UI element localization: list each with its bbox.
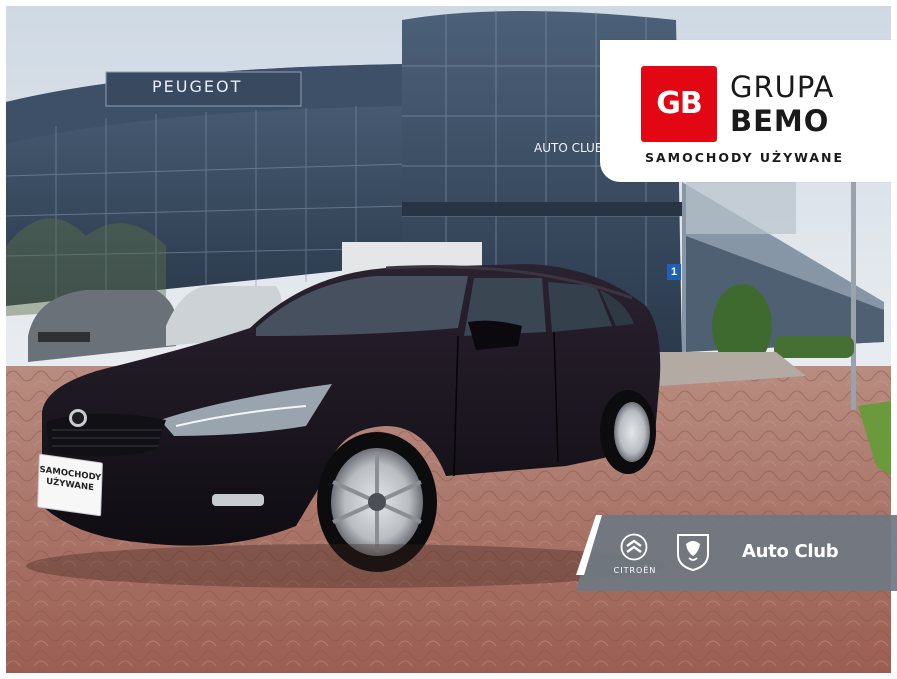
logo-name-line2: BEMO (730, 104, 830, 138)
logo-tagline: SAMOCHODY UŻYWANE (645, 150, 845, 165)
listing-photo-frame: PEUGEOT AUTO CLUB 1 SAMOCHODY UŻYWANE GB… (0, 0, 897, 679)
gb-logo-mark-text: GB (656, 86, 703, 121)
citroen-chevrons-icon (620, 533, 648, 561)
gb-logo-mark-icon: GB (641, 66, 717, 142)
building-sign-brand: PEUGEOT (152, 77, 243, 96)
door-number-sign: 1 (667, 264, 681, 280)
building-sign-dealer: AUTO CLUB (534, 141, 604, 155)
citroen-label: CITROËN (613, 566, 657, 575)
dealer-banner: CITROËN Auto Club (576, 515, 897, 591)
car-dealer-plate: SAMOCHODY UŻYWANE (37, 453, 103, 517)
peugeot-lion-shield-icon (675, 532, 711, 572)
banner-dealer-name: Auto Club (742, 541, 839, 562)
dealer-logo-card: GB GRUPA BEMO SAMOCHODY UŻYWANE (600, 40, 897, 182)
logo-name-line1: GRUPA (730, 70, 835, 104)
